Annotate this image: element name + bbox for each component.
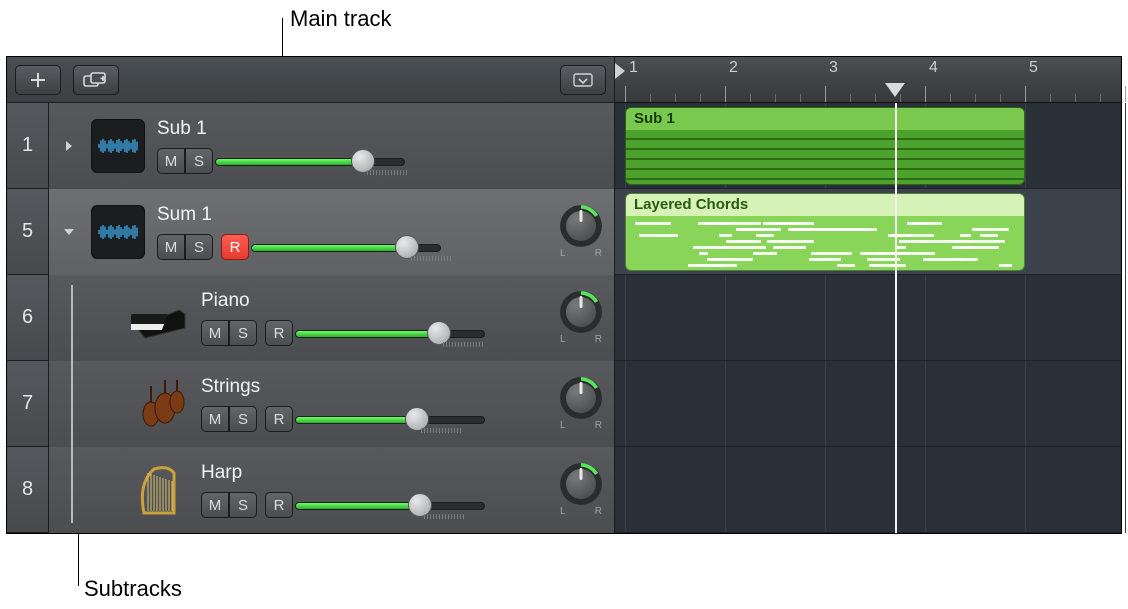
region-name: Sub 1	[626, 108, 1024, 130]
track-headers-panel: 1Sub 1MS5Sum 1MSRLR6PianoMSRLR7StringsMS…	[7, 103, 615, 533]
track-number[interactable]: 6	[7, 275, 49, 360]
ruler-bar-number: 1	[629, 59, 638, 77]
solo-button[interactable]: S	[229, 492, 257, 518]
ruler-bar-number: 2	[729, 59, 738, 77]
callout-main-track: Main track	[290, 6, 391, 32]
track-list-menu-button[interactable]	[560, 65, 606, 95]
volume-slider[interactable]	[295, 493, 485, 517]
record-enable-button[interactable]: R	[221, 234, 249, 260]
arrange-area[interactable]: Sub 1 Layered Chords	[615, 103, 1121, 533]
grid-line	[1125, 103, 1126, 533]
instrument-icon	[129, 288, 189, 348]
track-name-label[interactable]: Sum 1	[157, 204, 546, 226]
track-number[interactable]: 5	[7, 189, 49, 274]
playhead-marker[interactable]	[885, 83, 905, 97]
mute-button[interactable]: M	[157, 234, 185, 260]
track-row-strings[interactable]: 7StringsMSRLR	[7, 361, 614, 447]
volume-slider[interactable]	[295, 407, 485, 431]
waveform-icon	[91, 205, 145, 259]
ruler-bar-number: 4	[929, 59, 938, 77]
ruler-bar-number: 3	[829, 59, 838, 77]
mute-button[interactable]: M	[201, 492, 229, 518]
track-name-label[interactable]: Sub 1	[157, 118, 604, 140]
solo-button[interactable]: S	[229, 320, 257, 346]
duplicate-track-button[interactable]	[73, 65, 119, 95]
daw-window: 123456 1Sub 1MS5Sum 1MSRLR6PianoMSRLR7St…	[6, 56, 1122, 534]
pan-knob[interactable]: LR	[558, 464, 604, 517]
mute-button[interactable]: M	[157, 148, 185, 174]
instrument-icon	[129, 374, 189, 434]
callout-subtracks: Subtracks	[84, 576, 182, 602]
track-row-piano[interactable]: 6PianoMSRLR	[7, 275, 614, 361]
track-lane[interactable]	[615, 447, 1121, 533]
track-number[interactable]: 1	[7, 103, 49, 188]
instrument-icon	[129, 460, 189, 520]
pan-knob[interactable]: LR	[558, 206, 604, 259]
pan-label-r: R	[595, 334, 602, 345]
track-header[interactable]: StringsMSRLR	[49, 361, 614, 447]
track-name-label[interactable]: Harp	[201, 462, 546, 484]
playhead-line[interactable]	[895, 103, 897, 533]
ruler-bar-number: 5	[1029, 59, 1038, 77]
subtrack-bracket	[71, 285, 73, 523]
track-lane[interactable]	[615, 275, 1121, 361]
track-row-harp[interactable]: 8HarpMSRLR	[7, 447, 614, 533]
volume-slider[interactable]	[251, 235, 441, 259]
record-enable-button[interactable]: R	[265, 406, 293, 432]
region-sub-1[interactable]: Sub 1	[625, 107, 1025, 185]
track-lane[interactable]	[615, 361, 1121, 447]
solo-button[interactable]: S	[229, 406, 257, 432]
track-name-label[interactable]: Piano	[201, 290, 546, 312]
mute-button[interactable]: M	[201, 406, 229, 432]
track-header[interactable]: PianoMSRLR	[49, 275, 614, 361]
mute-button[interactable]: M	[201, 320, 229, 346]
pan-label-l: L	[560, 334, 566, 345]
plus-icon	[29, 71, 47, 89]
solo-button[interactable]: S	[185, 234, 213, 260]
record-enable-button[interactable]: R	[265, 320, 293, 346]
pan-label-l: L	[560, 420, 566, 431]
track-number[interactable]: 7	[7, 361, 49, 446]
pan-knob[interactable]: LR	[558, 378, 604, 431]
pan-label-r: R	[595, 248, 602, 259]
pan-label-l: L	[560, 248, 566, 259]
add-track-button[interactable]	[15, 65, 61, 95]
pan-knob[interactable]: LR	[558, 292, 604, 345]
region-layered-chords[interactable]: Layered Chords	[625, 193, 1025, 271]
disclosure-triangle[interactable]	[59, 225, 79, 239]
volume-slider[interactable]	[215, 149, 405, 173]
record-enable-button[interactable]: R	[265, 492, 293, 518]
disclosure-triangle[interactable]	[59, 139, 79, 153]
dropdown-list-icon	[573, 73, 593, 87]
track-header-toolbar	[7, 57, 615, 103]
track-header[interactable]: HarpMSRLR	[49, 447, 614, 533]
pan-label-r: R	[595, 420, 602, 431]
track-header[interactable]: Sub 1 MS	[49, 103, 614, 189]
track-row-sub-1[interactable]: 1 Sub 1 MS	[7, 103, 614, 189]
pan-label-r: R	[595, 506, 602, 517]
waveform-icon	[91, 119, 145, 173]
track-number[interactable]: 8	[7, 447, 49, 532]
track-header[interactable]: Sum 1MSRLR	[49, 189, 614, 275]
timeline-ruler[interactable]: 123456	[615, 57, 1121, 103]
solo-button[interactable]: S	[185, 148, 213, 174]
volume-slider[interactable]	[295, 321, 485, 345]
duplicate-icon	[83, 72, 109, 88]
track-name-label[interactable]: Strings	[201, 376, 546, 398]
pan-label-l: L	[560, 506, 566, 517]
region-name: Layered Chords	[626, 194, 1024, 216]
track-row-sum-1[interactable]: 5Sum 1MSRLR	[7, 189, 614, 275]
